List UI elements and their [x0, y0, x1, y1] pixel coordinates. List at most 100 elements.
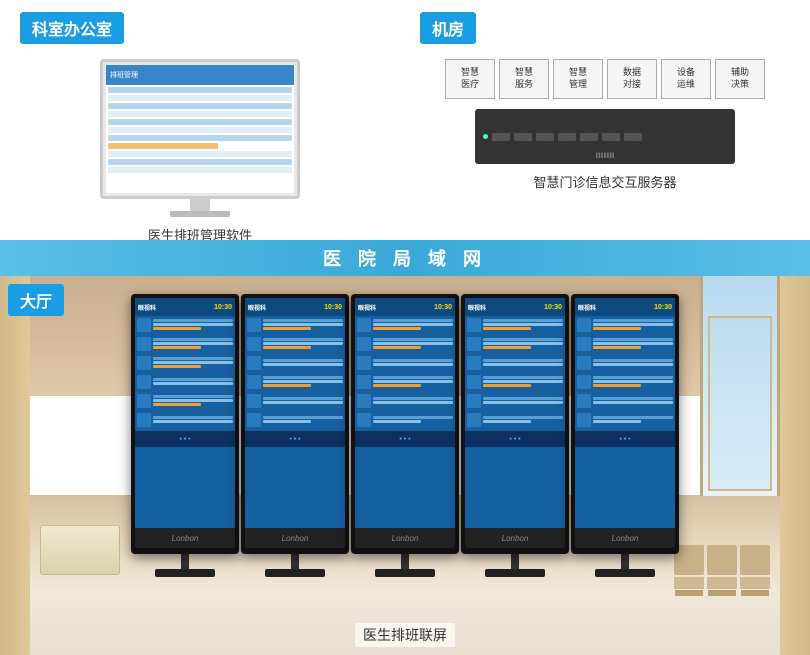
- screen-row: [108, 95, 292, 101]
- divider: [357, 391, 453, 392]
- info-lines: [153, 319, 233, 331]
- divider: [357, 372, 453, 373]
- screen-title: 排班管理: [110, 70, 138, 80]
- screen-top-bar: 排班管理: [106, 65, 294, 85]
- screen-row-item: [467, 318, 563, 332]
- server-slot: [536, 133, 554, 141]
- divider: [467, 391, 563, 392]
- screen-bottom-text: ● ● ●: [399, 436, 411, 442]
- info-line: [483, 397, 563, 400]
- info-lines: [263, 319, 343, 331]
- server-slot: [558, 133, 576, 141]
- screen-row-item: [247, 318, 343, 332]
- chair-back: [707, 545, 737, 575]
- screen-frame: 眼视科 10:30: [461, 294, 569, 554]
- screen-bottom-bar: ● ● ●: [245, 431, 345, 447]
- divider: [577, 353, 673, 354]
- avatar-box: [247, 337, 261, 351]
- divider: [137, 334, 233, 335]
- screen-time: 10:30: [544, 304, 562, 311]
- divider: [137, 372, 233, 373]
- info-line: [373, 342, 453, 345]
- avatar-box: [247, 394, 261, 408]
- divider: [137, 391, 233, 392]
- info-lines: [593, 338, 673, 350]
- avatar-box: [357, 337, 371, 351]
- avatar-box: [467, 394, 481, 408]
- avatar-box: [357, 356, 371, 370]
- brand-text: Lonbon: [612, 534, 639, 543]
- screen-header: 眼视科 10:30: [355, 298, 455, 316]
- info-line: [593, 384, 641, 387]
- info-lines: [483, 376, 563, 388]
- screen-frame: 眼视科 10:30: [571, 294, 679, 554]
- monitor-base: [170, 211, 230, 217]
- info-line: [153, 416, 233, 419]
- info-lines: [263, 416, 343, 424]
- info-line: [483, 319, 563, 322]
- info-line: [593, 401, 673, 404]
- hall-label: 大厅: [8, 284, 64, 316]
- info-line: [373, 327, 421, 330]
- avatar-box: [467, 337, 481, 351]
- screen-row-item: [357, 318, 453, 332]
- brand-text: Lonbon: [282, 534, 309, 543]
- screen-content: [135, 316, 235, 431]
- screen-stand: [291, 554, 299, 569]
- info-lines: [483, 338, 563, 350]
- right-panel-label: 机房: [420, 12, 476, 44]
- screen-bottom-text: ● ● ●: [289, 436, 301, 442]
- screen-foot: [485, 569, 545, 577]
- divider: [247, 353, 343, 354]
- screen-row-item: [357, 337, 453, 351]
- network-bar: 医 院 局 域 网: [0, 240, 810, 276]
- divider: [357, 410, 453, 411]
- avatar-box: [467, 413, 481, 427]
- avatar-box: [577, 318, 591, 332]
- screen-row-item: [467, 356, 563, 370]
- avatar-box: [357, 413, 371, 427]
- info-line: [153, 319, 233, 322]
- screen-brand: Lonbon: [135, 528, 235, 548]
- info-lines: [263, 359, 343, 367]
- screen-row-item: [577, 318, 673, 332]
- screen-dept: 眼视科: [468, 303, 486, 312]
- server-dot: [483, 134, 488, 139]
- info-lines: [153, 416, 233, 424]
- info-lines: [373, 359, 453, 367]
- info-line: [593, 420, 641, 423]
- info-line: [483, 384, 531, 387]
- screen-bottom-bar: ● ● ●: [575, 431, 675, 447]
- info-line: [153, 342, 233, 345]
- avatar-box: [247, 318, 261, 332]
- screen-time: 10:30: [654, 304, 672, 311]
- screen-row-item: [467, 337, 563, 351]
- info-line: [153, 365, 201, 368]
- brand-text: Lonbon: [502, 534, 529, 543]
- avatar-box: [357, 394, 371, 408]
- info-line: [153, 399, 233, 402]
- info-line: [373, 380, 453, 383]
- service-box-assist: 辅助决策: [715, 59, 765, 99]
- screen-row: [108, 143, 218, 149]
- screen-display: 眼视科 10:30: [465, 298, 565, 528]
- monitor-screen: 排班管理: [106, 65, 294, 193]
- avatar-box: [247, 413, 261, 427]
- screen-content: [575, 316, 675, 431]
- info-lines: [483, 416, 563, 424]
- screen-header: 眼视科 10:30: [465, 298, 565, 316]
- screen-row-item: [357, 413, 453, 427]
- divider: [467, 334, 563, 335]
- info-line: [263, 363, 343, 366]
- divider: [357, 353, 453, 354]
- server-slot: [602, 133, 620, 141]
- wall-right: [780, 276, 810, 655]
- left-panel-label: 科室办公室: [20, 12, 124, 44]
- info-line: [263, 384, 311, 387]
- screen-row: [108, 167, 292, 173]
- screen-body: [106, 85, 294, 177]
- info-line: [153, 420, 233, 423]
- screen-row-item: [357, 394, 453, 408]
- avatar-box: [577, 394, 591, 408]
- info-lines: [153, 357, 233, 369]
